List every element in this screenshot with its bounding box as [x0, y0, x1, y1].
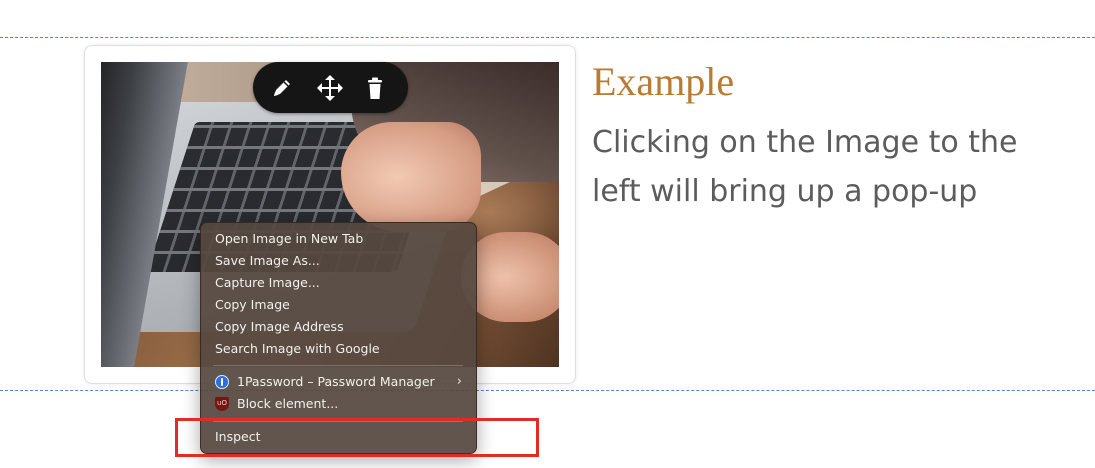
section-body: Clicking on the Image to the left will b… — [592, 118, 1072, 216]
menu-1password-label: 1Password – Password Manager — [237, 374, 435, 389]
dashed-divider-top — [0, 37, 1095, 38]
menu-copy-image-address[interactable]: Copy Image Address — [201, 316, 476, 338]
body-line-2: left will bring up a pop-up — [592, 174, 978, 209]
menu-1password[interactable]: 1Password – Password Manager › — [201, 371, 476, 393]
body-line-1: Clicking on the Image to the — [592, 125, 1018, 160]
menu-separator — [213, 365, 463, 366]
menu-save-image-as[interactable]: Save Image As... — [201, 250, 476, 272]
inspect-highlight-box — [175, 418, 539, 457]
trash-icon[interactable] — [360, 73, 390, 103]
menu-capture-image[interactable]: Capture Image... — [201, 272, 476, 294]
chevron-right-icon: › — [456, 374, 462, 389]
menu-search-image-google[interactable]: Search Image with Google — [201, 338, 476, 360]
menu-open-image-new-tab[interactable]: Open Image in New Tab — [201, 228, 476, 250]
menu-copy-image[interactable]: Copy Image — [201, 294, 476, 316]
image-toolbar — [253, 62, 408, 113]
menu-block-element[interactable]: uO Block element... — [201, 393, 476, 415]
ublock-icon: uO — [215, 397, 229, 411]
photo-hand — [341, 122, 481, 232]
pencil-icon[interactable] — [267, 73, 297, 103]
section-heading: Example — [592, 59, 735, 104]
menu-block-element-label: Block element... — [237, 396, 339, 411]
dashed-divider-bottom — [0, 390, 1095, 391]
move-arrows-icon[interactable] — [315, 73, 345, 103]
1password-icon — [215, 375, 229, 389]
